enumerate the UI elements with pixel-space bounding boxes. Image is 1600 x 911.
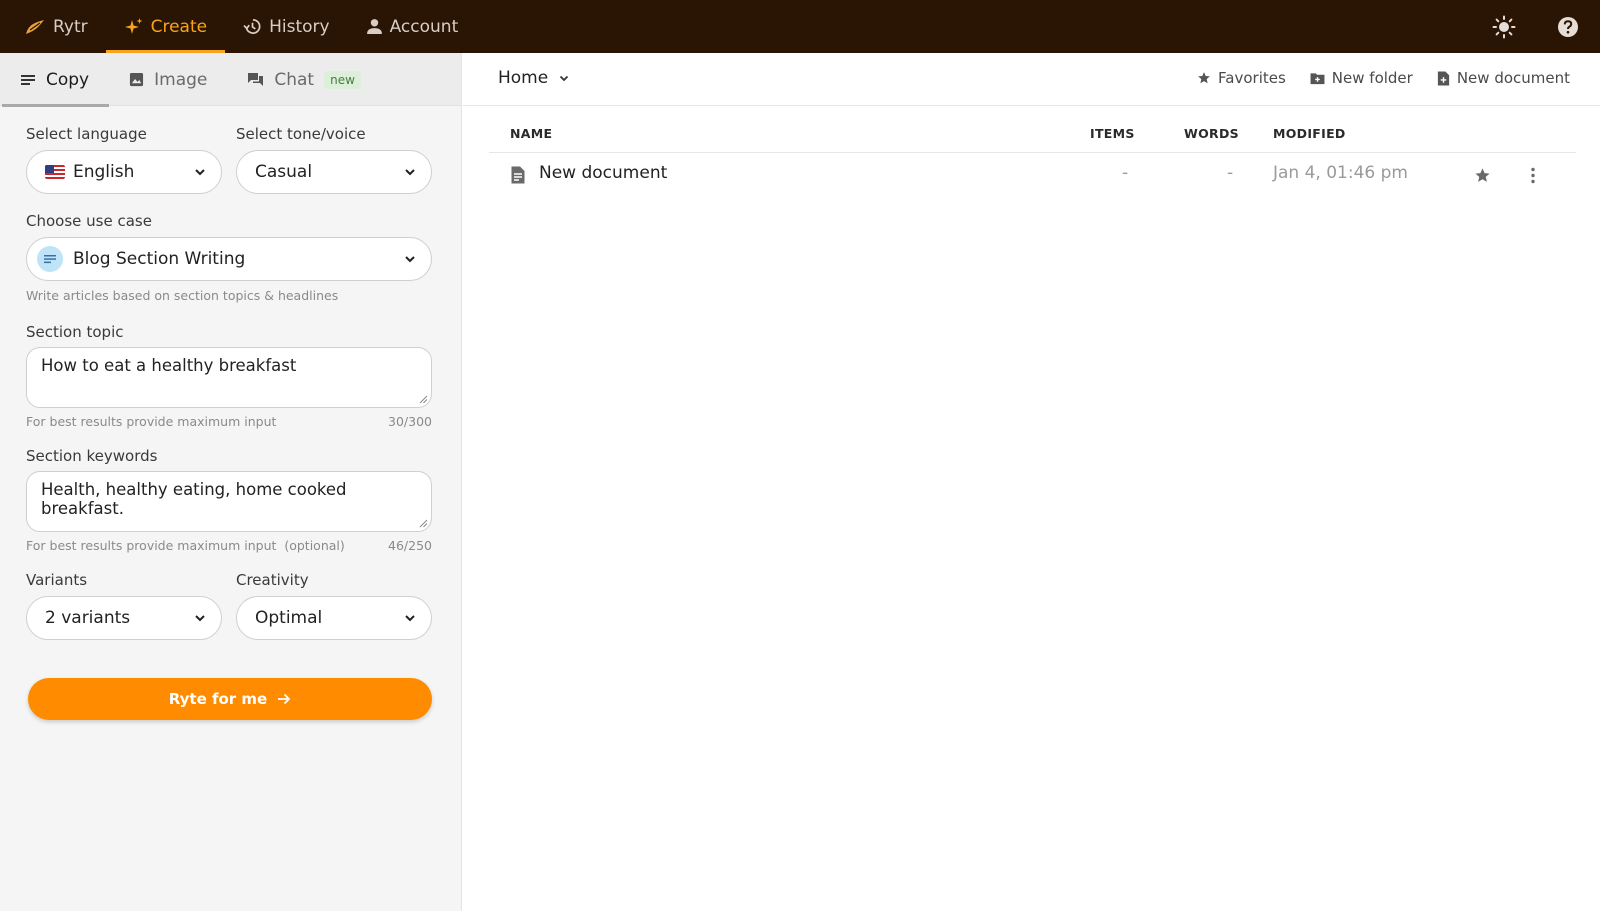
lines-icon [21, 74, 35, 85]
chevron-down-icon [560, 75, 569, 82]
mode-tabs: Copy Image Chat new [0, 53, 461, 107]
nav-label-history: History [269, 16, 330, 37]
creativity-value: Optimal [255, 608, 323, 628]
chevron-down-icon [195, 169, 205, 176]
star-icon [1198, 72, 1210, 84]
chevron-down-icon [195, 615, 205, 622]
generator-panel: Copy Image Chat new Select language Engl… [0, 53, 462, 911]
favorites-button[interactable]: Favorites [1197, 69, 1286, 87]
nav-label-rytr: Rytr [53, 16, 88, 37]
ryte-for-me-button[interactable]: Ryte for me [28, 678, 432, 720]
person-icon [366, 19, 382, 34]
chevron-down-icon [405, 256, 415, 263]
nav-label-account: Account [389, 16, 459, 37]
chevron-down-icon [405, 615, 415, 622]
history-icon [243, 18, 261, 34]
row-name: New document [539, 163, 668, 183]
top-navigation-bar: Rytr Create History Account [0, 0, 1600, 53]
section-topic-count: 30/300 [388, 414, 432, 429]
document-lines-icon [37, 246, 63, 272]
tab-image-label: Image [154, 69, 208, 90]
chat-icon [248, 72, 264, 86]
row-items: - [1122, 163, 1129, 183]
theme-toggle-button[interactable] [1472, 0, 1536, 53]
tone-select[interactable]: Casual [236, 150, 432, 194]
column-items[interactable]: ITEMS [1090, 126, 1135, 141]
new-folder-label: New folder [1331, 69, 1413, 87]
use-case-label: Choose use case [26, 212, 152, 230]
table-header: NAME ITEMS WORDS MODIFIED [489, 106, 1576, 153]
document-actions: Favorites New folder New document [1197, 69, 1570, 87]
sparkle-icon [124, 17, 143, 34]
help-icon [1558, 16, 1578, 37]
new-folder-button[interactable]: New folder [1310, 69, 1413, 87]
copy-form: Select language English Select tone/voic… [0, 125, 461, 720]
resize-grip-icon[interactable] [419, 395, 428, 404]
section-keywords-label: Section keywords [26, 447, 158, 465]
table-row[interactable]: New document - - Jan 4, 01:46 pm [489, 153, 1576, 197]
variants-value: 2 variants [45, 608, 131, 628]
top-right-controls [1472, 0, 1600, 53]
language-select[interactable]: English [26, 150, 222, 194]
creativity-select[interactable]: Optimal [236, 596, 432, 640]
new-badge: new [324, 70, 361, 89]
tab-chat-label: Chat [274, 69, 315, 90]
help-button[interactable] [1536, 0, 1600, 53]
section-topic-input[interactable]: How to eat a healthy breakfast [26, 347, 432, 408]
use-case-value: Blog Section Writing [73, 249, 246, 269]
resize-grip-icon[interactable] [419, 519, 428, 528]
section-topic-hint: For best results provide maximum input [26, 414, 277, 429]
section-keywords-hint: For best results provide maximum input (… [26, 538, 345, 553]
tab-chat[interactable]: Chat new [227, 53, 381, 106]
column-name[interactable]: NAME [510, 126, 552, 141]
rytr-logo-icon [26, 19, 44, 34]
nav-item-history[interactable]: History [225, 0, 347, 53]
document-icon [511, 166, 525, 184]
use-case-select[interactable]: Blog Section Writing [26, 237, 432, 281]
main-nav: Rytr Create History Account [0, 0, 476, 53]
star-icon[interactable] [1474, 167, 1491, 184]
nav-item-account[interactable]: Account [348, 0, 477, 53]
column-words[interactable]: WORDS [1184, 126, 1239, 141]
section-keywords-input[interactable]: Health, healthy eating, home cooked brea… [26, 471, 432, 532]
us-flag-icon [45, 165, 65, 179]
tone-label: Select tone/voice [236, 125, 366, 143]
breadcrumb-home: Home [498, 68, 549, 88]
creativity-label: Creativity [236, 571, 309, 589]
nav-item-rytr[interactable]: Rytr [0, 0, 106, 53]
documents-panel: Home Favorites New folder New document N… [463, 53, 1600, 911]
tone-value: Casual [255, 162, 313, 182]
row-modified: Jan 4, 01:46 pm [1273, 163, 1408, 183]
tab-copy[interactable]: Copy [0, 53, 110, 107]
sun-icon [1492, 15, 1516, 38]
favorites-label: Favorites [1218, 69, 1286, 87]
documents-toolbar: Home Favorites New folder New document [463, 53, 1600, 106]
variants-select[interactable]: 2 variants [26, 596, 222, 640]
column-modified[interactable]: MODIFIED [1273, 126, 1346, 141]
documents-table: NAME ITEMS WORDS MODIFIED New document -… [489, 106, 1576, 197]
arrow-right-icon [278, 693, 291, 705]
new-document-label: New document [1456, 69, 1570, 87]
file-plus-icon [1437, 70, 1449, 86]
use-case-hint: Write articles based on section topics &… [26, 288, 339, 303]
section-topic-value: How to eat a healthy breakfast [41, 356, 297, 375]
variants-label: Variants [26, 571, 88, 589]
ryte-for-me-label: Ryte for me [168, 690, 268, 708]
tab-image[interactable]: Image [109, 53, 227, 106]
more-vertical-icon[interactable] [1530, 167, 1536, 184]
section-topic-label: Section topic [26, 323, 124, 341]
section-keywords-count: 46/250 [388, 538, 432, 553]
language-label: Select language [26, 125, 147, 143]
nav-label-create: Create [150, 16, 208, 37]
section-keywords-value: Health, healthy eating, home cooked brea… [41, 480, 347, 518]
tab-copy-label: Copy [46, 69, 90, 90]
row-words: - [1227, 163, 1234, 183]
breadcrumb[interactable]: Home [498, 68, 570, 88]
chevron-down-icon [405, 169, 415, 176]
nav-item-create[interactable]: Create [105, 0, 226, 53]
new-document-button[interactable]: New document [1437, 69, 1570, 87]
folder-plus-icon [1310, 72, 1325, 84]
image-icon [130, 72, 144, 87]
language-value: English [73, 162, 135, 182]
